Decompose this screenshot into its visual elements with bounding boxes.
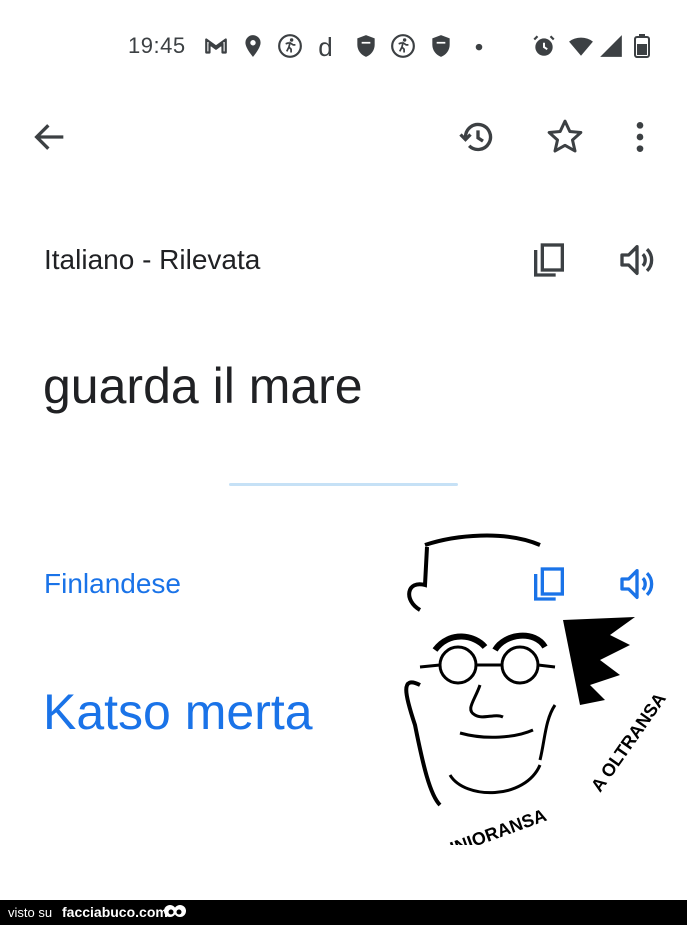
status-time: 19:45: [128, 33, 186, 58]
footer-visto-su: visto su: [8, 905, 53, 920]
target-text[interactable]: Katso merta: [43, 683, 313, 741]
fitness-icon: [277, 33, 303, 59]
source-language-label[interactable]: Italiano - Rilevata: [44, 244, 260, 276]
history-button[interactable]: [458, 117, 498, 157]
wifi-icon: [568, 33, 594, 59]
source-speak-button[interactable]: [617, 240, 657, 280]
status-bar: 19:45 d: [0, 0, 687, 92]
battery-icon: [631, 33, 653, 59]
svg-text:A OLTRANSA: A OLTRANSA: [587, 689, 670, 795]
section-divider: [229, 483, 458, 486]
shield-icon: [353, 33, 379, 59]
svg-text:d: d: [318, 33, 332, 59]
footer-bar: visto su facciabuco.com: [0, 900, 687, 925]
svg-text:INIORANSA: INIORANSA: [447, 805, 549, 845]
meme-watermark-drawing: INIORANSA A OLTRANSA: [395, 525, 670, 845]
footer-site-link[interactable]: facciabuco.com: [62, 904, 168, 920]
alarm-icon: [531, 33, 557, 59]
gmail-icon: [203, 33, 229, 59]
shield-icon: [428, 33, 454, 59]
copy-icon: [534, 243, 564, 277]
more-options-button[interactable]: [620, 117, 660, 157]
history-icon: [459, 122, 493, 152]
location-icon: [240, 33, 266, 59]
eyes-logo-icon: [163, 903, 187, 921]
dot-icon: [466, 33, 492, 59]
star-outline-icon: [547, 119, 583, 153]
source-text[interactable]: guarda il mare: [43, 357, 363, 415]
more-vert-icon: [636, 122, 644, 152]
favorite-button[interactable]: [545, 117, 585, 157]
fitness-icon: [390, 33, 416, 59]
back-button[interactable]: [30, 117, 70, 157]
source-copy-button[interactable]: [529, 240, 569, 280]
target-language-label[interactable]: Finlandese: [44, 568, 181, 600]
d-app-icon: d: [315, 33, 341, 59]
volume-icon: [620, 245, 654, 275]
signal-icon: [598, 33, 624, 59]
arrow-back-icon: [34, 124, 64, 150]
